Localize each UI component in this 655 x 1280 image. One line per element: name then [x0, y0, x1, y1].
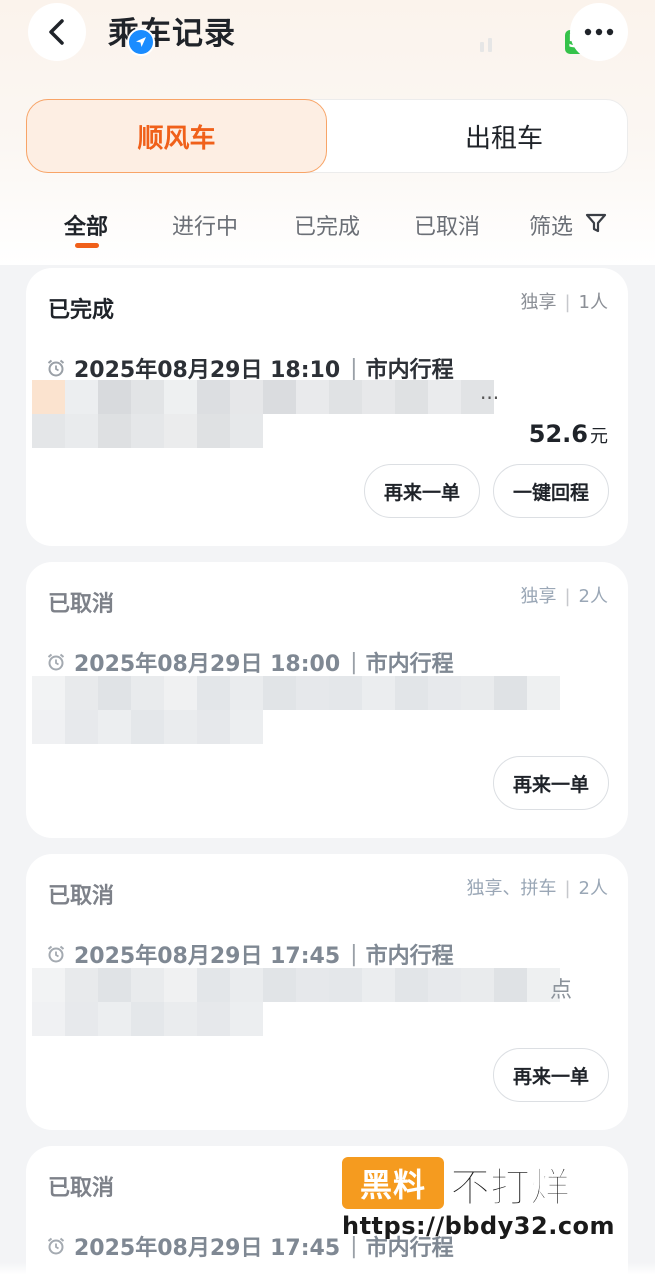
order-status: 已取消	[48, 592, 115, 617]
signal-bar	[480, 42, 484, 52]
alarm-clock-icon	[47, 945, 65, 963]
return-trip-button[interactable]: 一键回程	[493, 464, 609, 518]
order-status: 已取消	[48, 1176, 115, 1201]
reorder-button[interactable]: 再来一单	[493, 756, 609, 810]
watermark-badge: 黑料	[342, 1157, 444, 1209]
watermark-url: https://bbdy32.com	[342, 1212, 616, 1240]
order-tags: 独享 | 1人	[520, 292, 608, 313]
order-card[interactable]: 已完成 独享 | 1人 2025年08月29日 18:10 | 市内行程 ... 5…	[26, 268, 628, 546]
passenger-count: 2人	[578, 586, 608, 607]
passenger-count: 1人	[578, 292, 608, 313]
bottom-fade	[0, 1262, 655, 1280]
order-time-row: 2025年08月29日 18:00 | 市内行程	[46, 646, 454, 678]
service-switch: 顺风车 出租车	[26, 99, 628, 173]
alarm-clock-icon	[47, 653, 65, 671]
trip-scope: 市内行程	[365, 944, 454, 969]
filter-funnel-icon[interactable]	[585, 212, 607, 234]
filter-tab-in-progress[interactable]: 进行中	[172, 209, 238, 241]
order-price: 52.6 元	[528, 420, 608, 448]
more-dots-icon	[584, 28, 614, 36]
location-arrow-icon	[127, 28, 155, 56]
ride-type: 独享	[520, 586, 557, 607]
filter-tab-completed[interactable]: 已完成	[294, 209, 360, 241]
order-time-row: 2025年08月29日 17:45 | 市内行程	[46, 938, 454, 970]
ride-type: 独享、拼车	[466, 878, 557, 899]
route-redacted	[32, 676, 592, 754]
route-tail: ...	[480, 380, 500, 404]
order-card[interactable]: 已取消 独享、拼车 | 2人 2025年08月29日 17:45 | 市内行程 点 …	[26, 854, 628, 1130]
route-redacted	[32, 380, 592, 458]
order-tags: 独享 | 2人	[520, 586, 608, 607]
tab-taxi[interactable]: 出租车	[354, 99, 654, 173]
route-redacted	[32, 968, 592, 1046]
tab-shunfengche[interactable]: 顺风车	[26, 99, 327, 173]
filter-button[interactable]: 筛选	[529, 209, 573, 241]
alarm-clock-icon	[47, 1237, 65, 1255]
filter-tab-all[interactable]: 全部	[64, 209, 108, 241]
filter-tab-cancelled[interactable]: 已取消	[414, 209, 480, 241]
ride-type: 独享	[520, 292, 557, 313]
watermark: 黑料 不打烊 https://bbdy32.com	[342, 1152, 642, 1256]
reorder-button[interactable]: 再来一单	[493, 1048, 609, 1102]
order-card[interactable]: 已取消 独享 | 2人 2025年08月29日 18:00 | 市内行程 再来一单	[26, 562, 628, 838]
passenger-count: 2人	[578, 878, 608, 899]
route-tail: 点	[550, 978, 573, 1003]
active-tab-indicator	[75, 243, 99, 248]
trip-scope: 市内行程	[365, 652, 454, 677]
more-button[interactable]	[570, 3, 628, 61]
order-time: 2025年08月29日 17:45	[74, 944, 341, 969]
watermark-title: 不打烊	[450, 1165, 571, 1212]
order-status: 已取消	[48, 884, 115, 909]
order-time: 2025年08月29日 17:45	[74, 1236, 341, 1261]
order-tags: 独享、拼车 | 2人	[466, 878, 608, 899]
alarm-clock-icon	[47, 359, 65, 377]
order-status: 已完成	[48, 298, 115, 323]
reorder-button[interactable]: 再来一单	[364, 464, 480, 518]
back-button[interactable]	[28, 3, 86, 61]
chevron-left-icon	[49, 19, 64, 45]
signal-bar	[488, 38, 492, 52]
order-time: 2025年08月29日 18:00	[74, 652, 341, 677]
